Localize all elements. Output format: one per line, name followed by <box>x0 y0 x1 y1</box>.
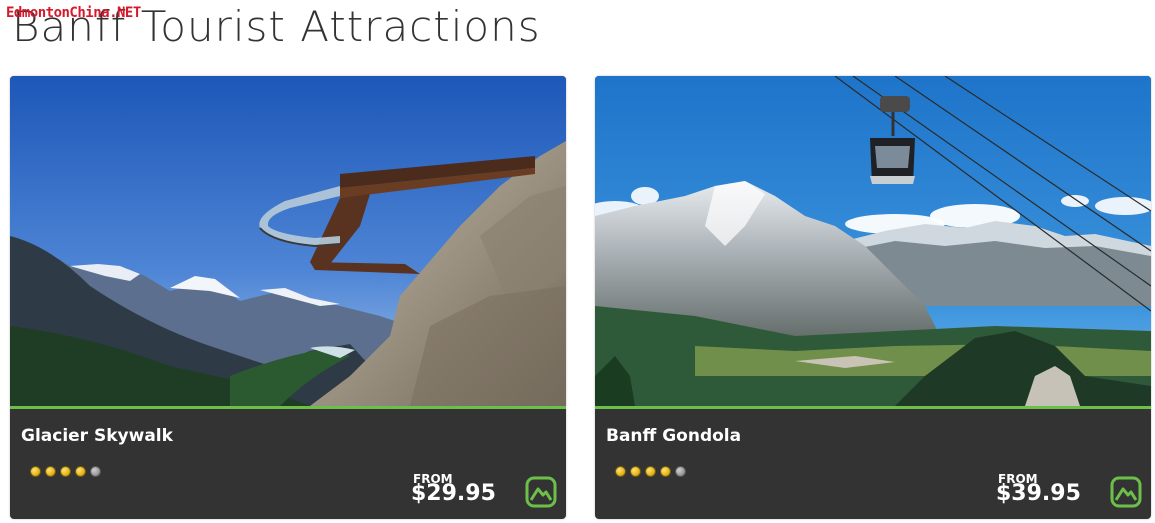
rating-dot-empty <box>90 466 101 477</box>
price-value: $29.95 <box>411 481 496 506</box>
rating-dot-filled <box>615 466 626 477</box>
rating-dot-filled <box>645 466 656 477</box>
mountain-icon[interactable] <box>1110 476 1142 508</box>
rating-stars <box>615 466 686 477</box>
rating-dot-filled <box>75 466 86 477</box>
rating-dot-filled <box>660 466 671 477</box>
card-image-glacier-skywalk[interactable] <box>10 76 566 406</box>
rating-stars <box>30 466 101 477</box>
card-title[interactable]: Glacier Skywalk <box>21 426 173 446</box>
attraction-card-banff-gondola[interactable]: Banff Gondola FROM $39.95 <box>595 76 1151 519</box>
mountain-icon[interactable] <box>525 476 557 508</box>
rating-dot-filled <box>30 466 41 477</box>
card-accent-line <box>595 406 1151 409</box>
price-value: $39.95 <box>996 481 1081 506</box>
rating-dot-filled <box>60 466 71 477</box>
card-accent-line <box>10 406 566 409</box>
card-title[interactable]: Banff Gondola <box>606 426 741 446</box>
rating-dot-filled <box>630 466 641 477</box>
rating-dot-empty <box>675 466 686 477</box>
card-image-banff-gondola[interactable] <box>595 76 1151 406</box>
rating-dot-filled <box>45 466 56 477</box>
attraction-card-glacier-skywalk[interactable]: Glacier Skywalk FROM $29.95 <box>10 76 566 519</box>
watermark: EdmontonChina.NET <box>6 5 141 21</box>
